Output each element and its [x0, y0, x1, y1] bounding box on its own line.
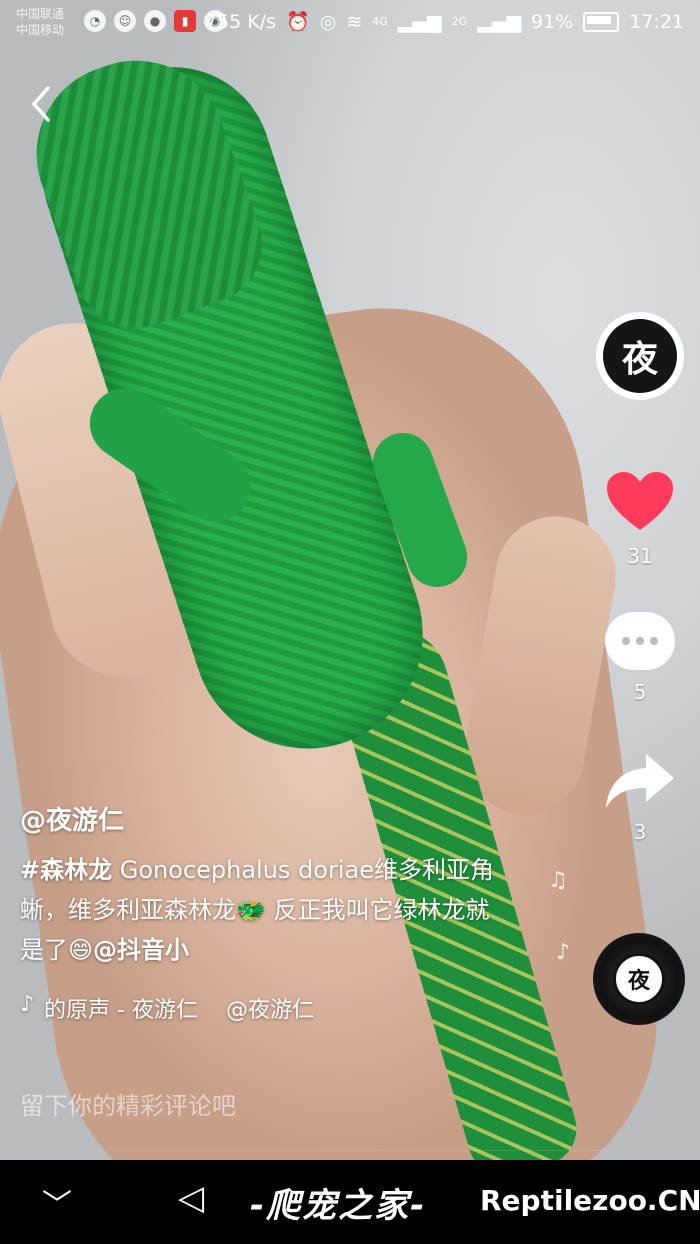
- like-button[interactable]: 31: [602, 470, 678, 568]
- mention-link[interactable]: @抖音小: [93, 936, 189, 964]
- video-screen[interactable]: 中国联通 中国移动 ◔ ☺ ● ▮ ◉ 755 K/s ⏰ ◎ ≋ 4G ▂▄▆…: [0, 0, 700, 1244]
- signal-2-label: 2G: [451, 15, 468, 28]
- clock: 17:21: [629, 10, 684, 33]
- like-count: 31: [627, 544, 653, 568]
- author-avatar[interactable]: 夜: [596, 312, 684, 400]
- chevron-left-icon[interactable]: [28, 84, 68, 124]
- watermark-cn: -爬宠之家-: [250, 1186, 427, 1226]
- music-title: 的原声 - 夜游仁: [44, 998, 198, 1023]
- chevron-down-icon[interactable]: ﹀: [42, 1180, 72, 1224]
- network-speed: 755 K/s: [204, 10, 277, 33]
- signal-icon: ▂▄▆: [477, 10, 521, 33]
- comment-button[interactable]: 5: [602, 612, 678, 704]
- video-description: #森林龙 Gonocephalus doriae维多利亚角蜥，维多利亚森林龙🐲 …: [20, 850, 510, 970]
- bottom-bar: ﹀ ◁ -爬宠之家- Reptilezoo.CN: [0, 1160, 700, 1244]
- dragon-emoji: 🐲: [236, 896, 266, 924]
- music-note-icon: ♫: [548, 868, 568, 893]
- music-note-icon: ♪: [556, 940, 571, 965]
- carrier-info: 中国联通 中国移动: [16, 6, 64, 38]
- smile-emoji: 😄: [68, 936, 94, 964]
- share-button[interactable]: 3: [602, 750, 678, 844]
- mic-icon: ▮: [174, 10, 196, 32]
- signal-icon: ▂▄▆: [397, 10, 442, 33]
- comment-count: 5: [633, 680, 647, 704]
- carrier-1: 中国联通: [16, 7, 65, 21]
- share-count: 3: [633, 820, 647, 844]
- cat-icon: ☺: [114, 10, 136, 32]
- status-right: 755 K/s ⏰ ◎ ≋ 4G ▂▄▆ 2G ▂▄▆ 91% 17:21: [204, 10, 684, 34]
- chat-icon: ●: [144, 10, 166, 32]
- comment-icon: [605, 612, 675, 670]
- signal-1-label: 4G: [372, 15, 388, 28]
- hashtag-link[interactable]: #森林龙: [20, 856, 112, 884]
- status-bar: 中国联通 中国移动 ◔ ☺ ● ▮ ◉ 755 K/s ⏰ ◎ ≋ 4G ▂▄▆…: [0, 0, 700, 48]
- music-author: @夜游仁: [225, 998, 314, 1023]
- heart-icon: [605, 470, 675, 534]
- nav-back-icon[interactable]: ◁: [178, 1178, 204, 1218]
- disc-avatar: 夜: [613, 953, 665, 1005]
- music-info[interactable]: ♪ 的原声 - 夜游仁 @夜游仁: [20, 992, 314, 1024]
- carrier-2: 中国移动: [16, 23, 65, 37]
- music-note-icon: ♪: [20, 992, 35, 1017]
- battery-percent: 91%: [531, 10, 574, 33]
- battery-icon: [583, 11, 620, 32]
- eye-icon: ◎: [319, 10, 337, 33]
- watermark-en: Reptilezoo.CN: [480, 1184, 700, 1217]
- comment-input[interactable]: 留下你的精彩评论吧: [20, 1084, 580, 1128]
- divider: [0, 1150, 700, 1151]
- wifi-icon: ≋: [346, 10, 363, 33]
- qq-icon: ◔: [84, 10, 106, 32]
- avatar-text: 夜: [603, 319, 677, 393]
- music-disc[interactable]: 夜: [593, 933, 685, 1025]
- alarm-icon: ⏰: [286, 11, 310, 33]
- author-username[interactable]: @夜游仁: [20, 800, 124, 837]
- share-arrow-icon: [602, 750, 678, 810]
